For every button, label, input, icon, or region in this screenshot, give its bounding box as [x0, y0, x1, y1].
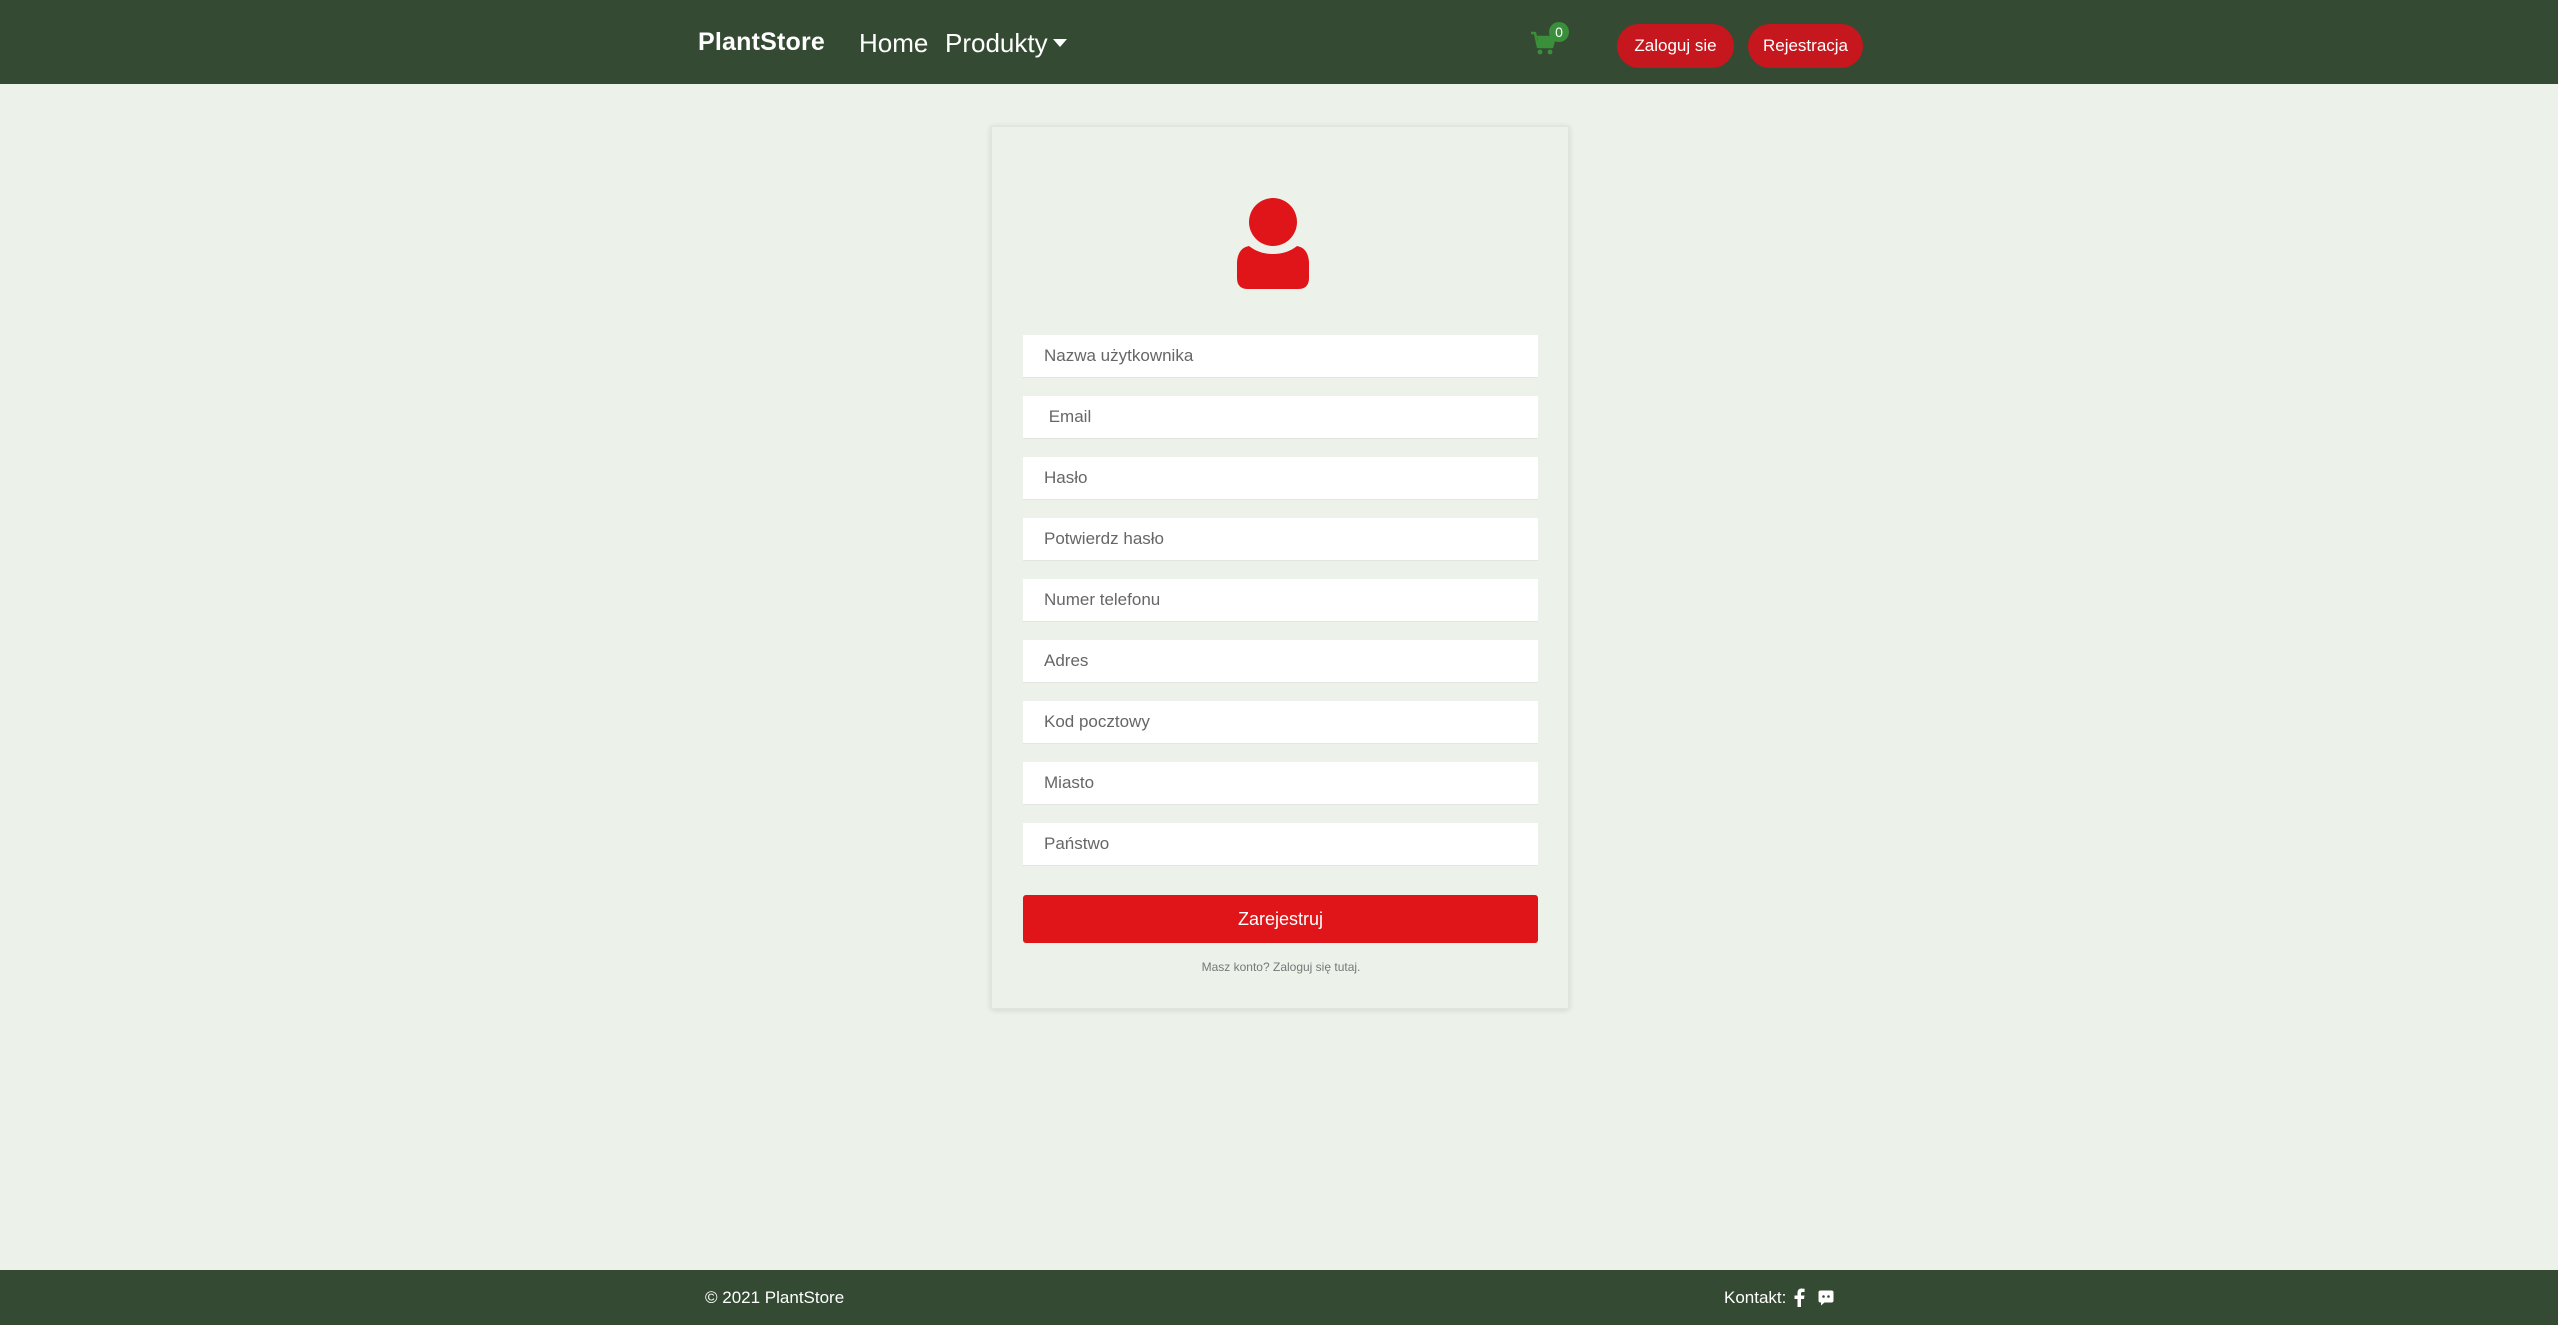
brand-logo[interactable]: PlantStore	[698, 28, 825, 57]
confirm-password-field[interactable]	[1023, 518, 1538, 561]
facebook-icon[interactable]	[1793, 1288, 1805, 1307]
registration-card: Zarejestruj Masz konto? Zaloguj się tuta…	[991, 126, 1569, 1009]
register-button[interactable]: Rejestracja	[1748, 24, 1863, 68]
discord-icon[interactable]	[1818, 1290, 1834, 1306]
top-navbar: PlantStore Home Produkty 0 Zaloguj sie R…	[0, 0, 2558, 84]
contact-label: Kontakt:	[1724, 1288, 1787, 1307]
cart-count-badge: 0	[1549, 22, 1569, 42]
phone-field[interactable]	[1023, 579, 1538, 622]
footer: © 2021 PlantStore Kontakt:	[0, 1270, 2558, 1325]
country-field[interactable]	[1023, 823, 1538, 866]
nav-home-link[interactable]: Home	[859, 28, 928, 59]
address-field[interactable]	[1023, 640, 1538, 683]
login-link[interactable]: Masz konto? Zaloguj się tutaj.	[992, 960, 1570, 974]
chevron-down-icon	[1052, 39, 1067, 48]
email-field[interactable]	[1023, 396, 1538, 439]
user-icon	[1237, 198, 1309, 289]
postal-code-field[interactable]	[1023, 701, 1538, 744]
login-button[interactable]: Zaloguj sie	[1617, 24, 1734, 68]
nav-products-label: Produkty	[945, 28, 1048, 58]
username-field[interactable]	[1023, 335, 1538, 378]
submit-register-button[interactable]: Zarejestruj	[1023, 895, 1538, 943]
nav-products-dropdown[interactable]: Produkty	[945, 28, 1067, 59]
password-field[interactable]	[1023, 457, 1538, 500]
city-field[interactable]	[1023, 762, 1538, 805]
copyright-text: © 2021 PlantStore	[705, 1288, 845, 1307]
